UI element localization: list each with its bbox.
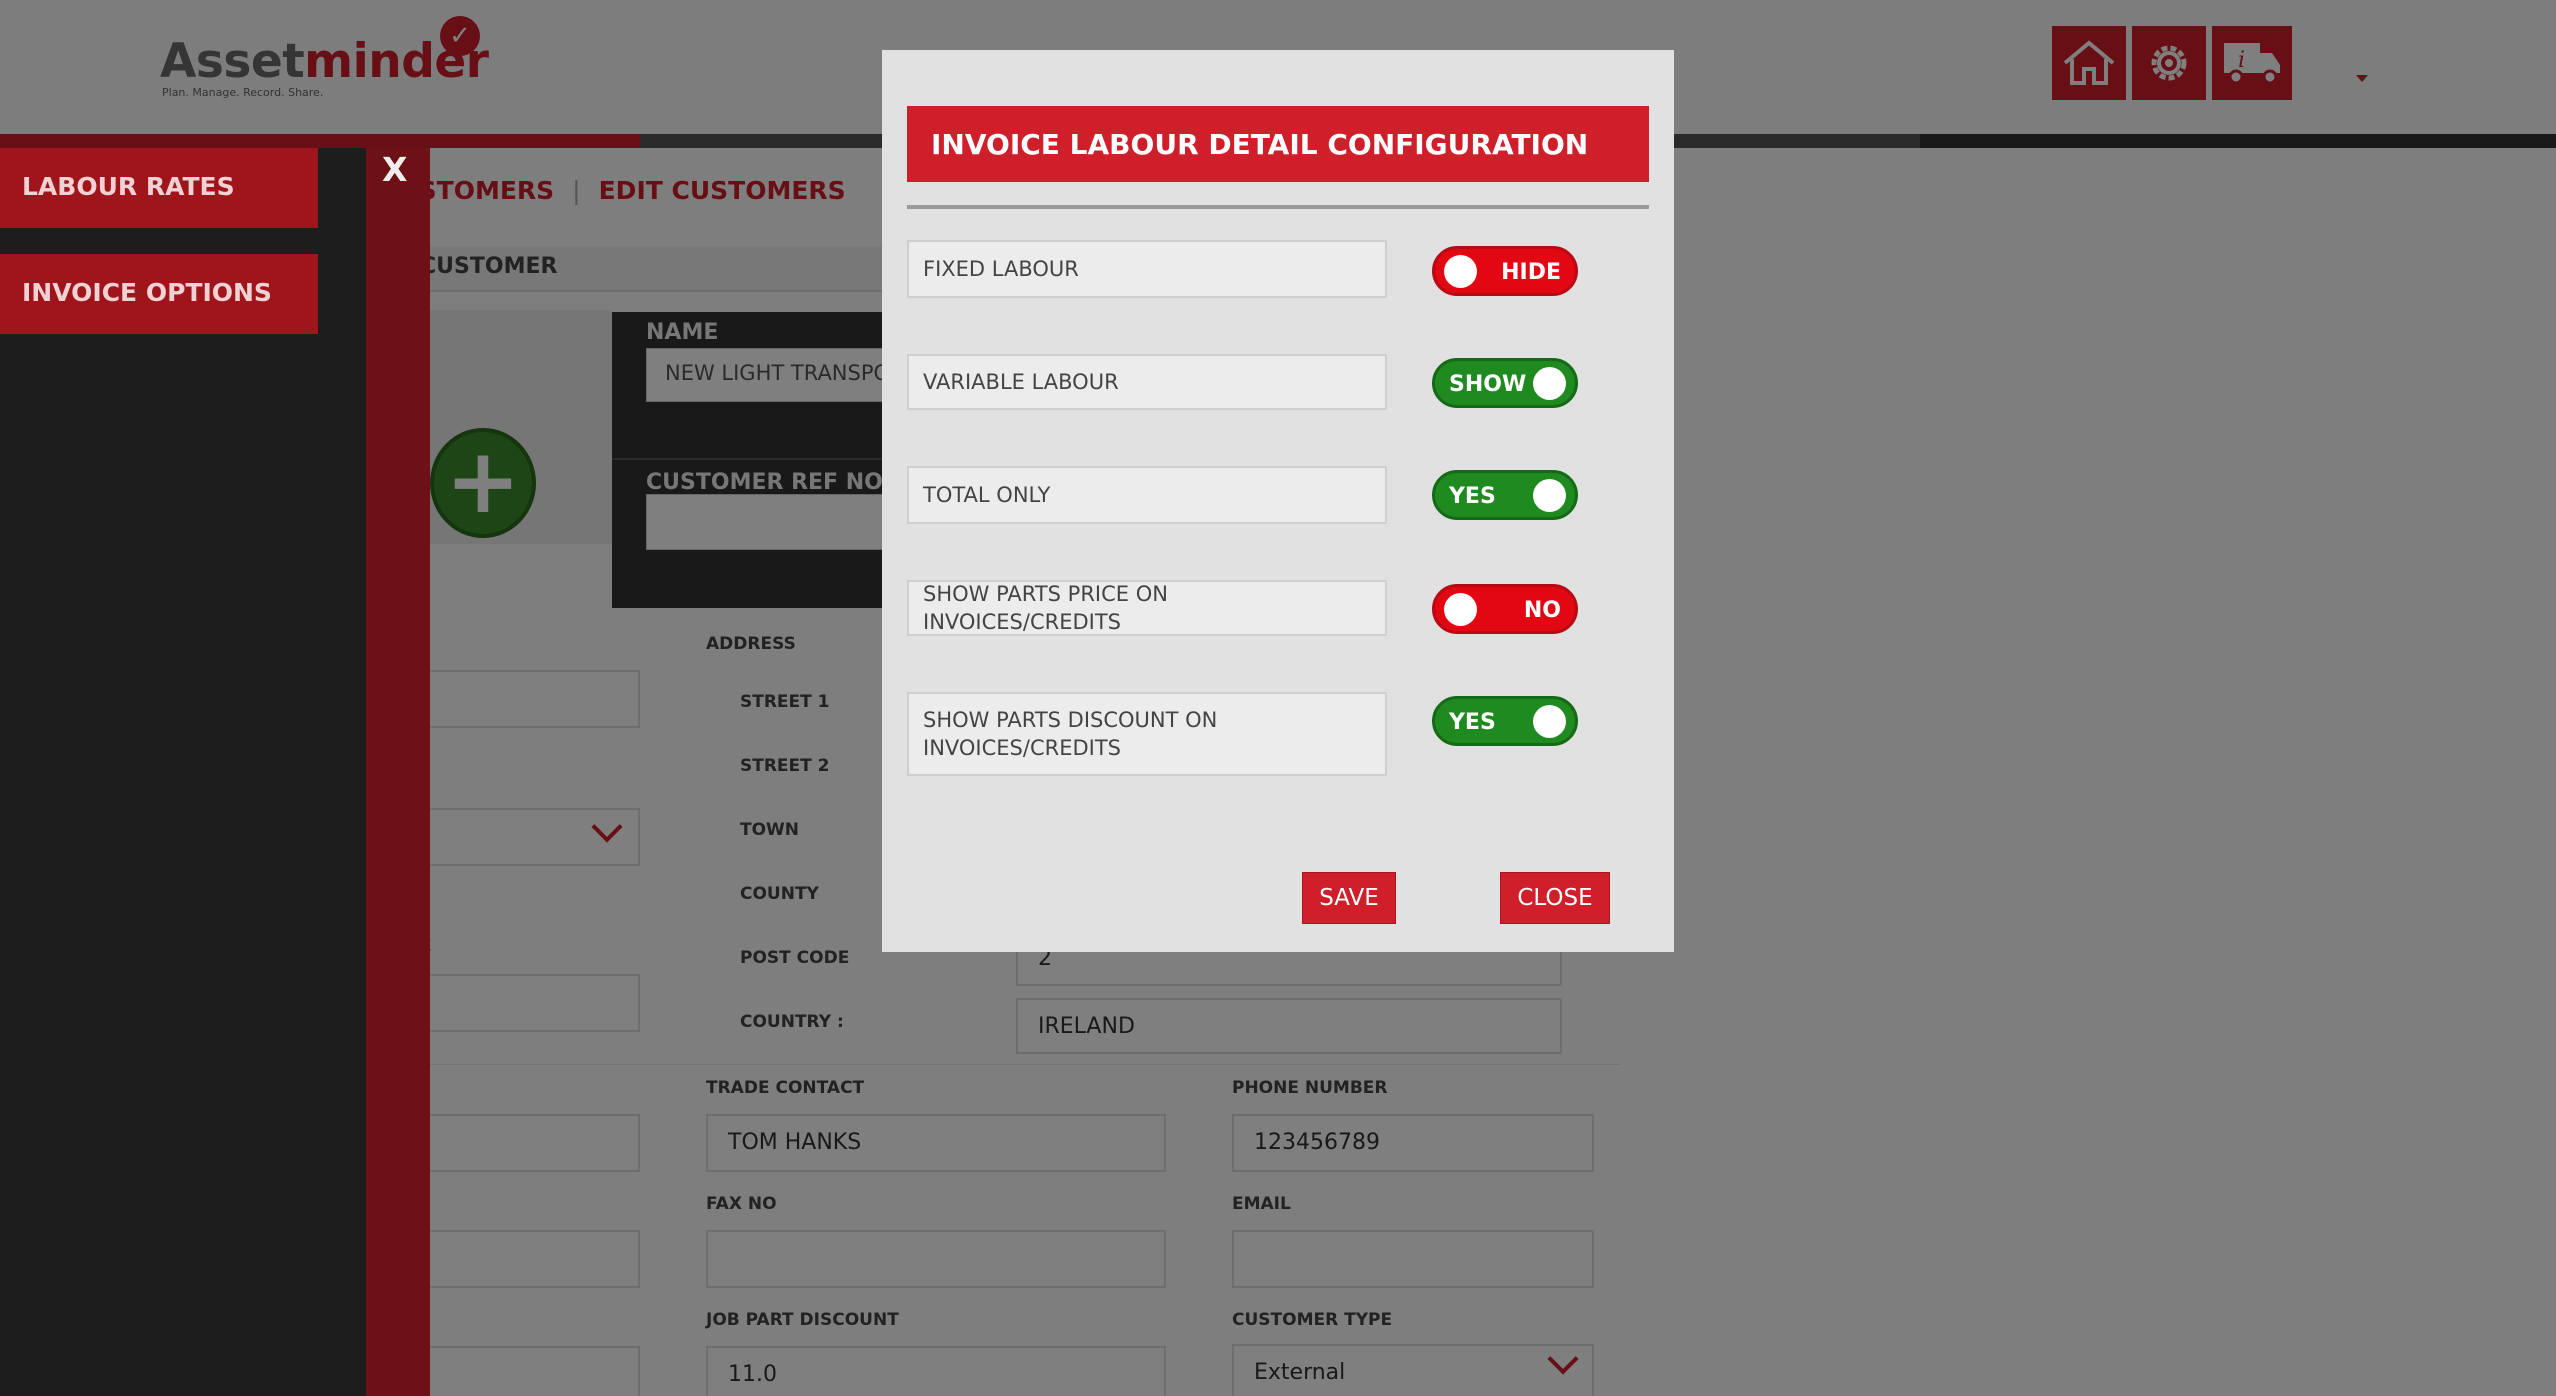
drawer-item-invoice-options[interactable]: INVOICE OPTIONS — [0, 254, 318, 334]
toggle-knob — [1533, 479, 1566, 512]
toggle-fixed-labour[interactable]: HIDE — [1432, 246, 1578, 296]
drawer-edge — [366, 148, 430, 1396]
toggle-show-parts-price[interactable]: NO — [1432, 584, 1578, 634]
save-button[interactable]: SAVE — [1302, 872, 1396, 924]
toggle-total-only[interactable]: YES — [1432, 470, 1578, 520]
settings-drawer — [0, 148, 366, 1396]
modal-divider — [907, 205, 1649, 209]
toggle-knob — [1533, 367, 1566, 400]
toggle-state-label: YES — [1449, 484, 1496, 509]
toggle-knob — [1533, 705, 1566, 738]
modal-title: INVOICE LABOUR DETAIL CONFIGURATION — [907, 106, 1649, 182]
toggle-knob — [1444, 593, 1477, 626]
toggle-state-label: SHOW — [1449, 372, 1527, 397]
option-label-fixed-labour: FIXED LABOUR — [907, 240, 1387, 298]
drawer-close-button[interactable]: X — [382, 150, 407, 189]
option-label-variable-labour: VARIABLE LABOUR — [907, 354, 1387, 410]
toggle-state-label: HIDE — [1501, 260, 1561, 285]
toggle-show-parts-discount[interactable]: YES — [1432, 696, 1578, 746]
option-label-total-only: TOTAL ONLY — [907, 466, 1387, 524]
option-label-show-parts-price: SHOW PARTS PRICE ON INVOICES/CREDITS — [907, 580, 1387, 636]
toggle-knob — [1444, 255, 1477, 288]
close-button[interactable]: CLOSE — [1500, 872, 1610, 924]
toggle-variable-labour[interactable]: SHOW — [1432, 358, 1578, 408]
toggle-state-label: NO — [1523, 598, 1561, 623]
drawer-item-labour-rates[interactable]: LABOUR RATES — [0, 148, 318, 228]
invoice-labour-config-modal: INVOICE LABOUR DETAIL CONFIGURATION FIXE… — [882, 50, 1674, 952]
option-label-show-parts-discount: SHOW PARTS DISCOUNT ON INVOICES/CREDITS — [907, 692, 1387, 776]
toggle-state-label: YES — [1449, 710, 1496, 735]
